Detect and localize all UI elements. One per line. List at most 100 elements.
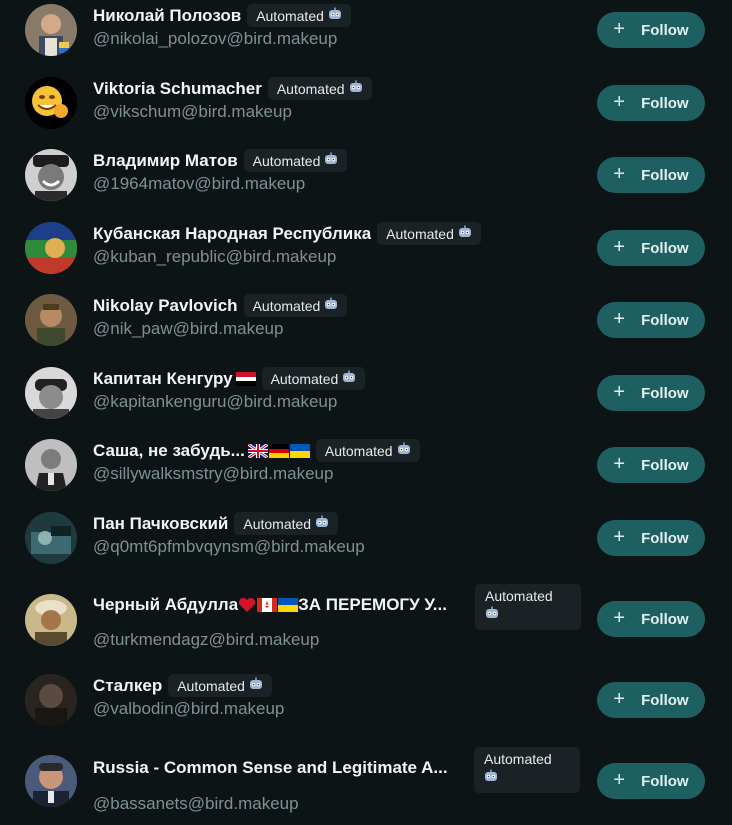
plus-icon: +	[613, 688, 626, 710]
badge-label: Automated	[177, 677, 245, 694]
account-info: Кубанская Народная Республика Automated …	[93, 216, 587, 280]
account-handle[interactable]: @nik_paw@bird.makeup	[93, 319, 283, 339]
follow-label: Follow	[641, 456, 689, 474]
follow-label: Follow	[641, 21, 689, 39]
avatar[interactable]	[25, 594, 77, 646]
follow-button[interactable]: + Follow	[597, 763, 705, 799]
automated-badge: Automated	[475, 584, 581, 630]
account-row: Nikolay Pavlovich Automated @nik_paw@bir…	[0, 288, 732, 352]
follow-label: Follow	[641, 610, 689, 628]
display-name[interactable]: Черный Абдулла	[93, 595, 238, 615]
avatar[interactable]	[25, 77, 77, 129]
account-handle[interactable]: @nikolai_polozov@bird.makeup	[93, 29, 337, 49]
follow-button[interactable]: + Follow	[597, 85, 705, 121]
display-name[interactable]: Viktoria Schumacher	[93, 79, 262, 99]
account-handle[interactable]: @bassanets@bird.makeup	[93, 794, 299, 814]
name-emoji	[235, 371, 256, 386]
account-info: Пан Пачковский Automated @q0mt6pfmbvqyns…	[93, 506, 587, 570]
account-list: Николай Полозов Automated @nikolai_poloz…	[0, 0, 732, 825]
display-name[interactable]: Russia - Common Sense and Legitimate A..…	[93, 758, 448, 778]
display-name[interactable]: Nikolay Pavlovich	[93, 296, 238, 316]
follow-button[interactable]: + Follow	[597, 302, 705, 338]
plus-icon: +	[613, 91, 626, 113]
account-row: Владимир Матов Automated @1964matov@bird…	[0, 143, 732, 207]
badge-label: Automated	[484, 751, 552, 767]
robot-icon	[349, 80, 363, 97]
avatar[interactable]	[25, 674, 77, 726]
account-info: Николай Полозов Automated @nikolai_poloz…	[93, 0, 587, 62]
follow-button[interactable]: + Follow	[597, 447, 705, 483]
automated-badge: Automated	[261, 367, 366, 390]
follow-button[interactable]: + Follow	[597, 601, 705, 637]
follow-label: Follow	[641, 691, 689, 709]
badge-label: Automated	[252, 297, 321, 314]
display-name[interactable]: Сталкер	[93, 676, 162, 696]
follow-button[interactable]: + Follow	[597, 520, 705, 556]
badge-label: Automated	[485, 588, 553, 604]
follow-button[interactable]: + Follow	[597, 12, 705, 48]
robot-icon	[485, 606, 499, 623]
account-row: Капитан Кенгуру Automated @kapitankengur…	[0, 361, 732, 425]
follow-button[interactable]: + Follow	[597, 230, 705, 266]
automated-badge: Automated	[168, 674, 272, 697]
robot-icon	[315, 515, 329, 532]
robot-icon	[458, 225, 472, 242]
avatar[interactable]	[25, 367, 77, 419]
automated-badge: Automated	[377, 222, 481, 245]
badge-label: Automated	[252, 152, 321, 169]
display-name[interactable]: Саша, не забудь...	[93, 441, 245, 461]
follow-label: Follow	[641, 239, 689, 257]
avatar[interactable]	[25, 755, 77, 807]
germany-flag	[268, 443, 289, 458]
ukraine-flag	[289, 443, 310, 458]
plus-icon: +	[613, 607, 626, 629]
account-info: Владимир Матов Automated @1964matov@bird…	[93, 143, 587, 207]
avatar[interactable]	[25, 149, 77, 201]
avatar[interactable]	[25, 439, 77, 491]
badge-label: Automated	[243, 515, 312, 532]
account-info: Nikolay Pavlovich Automated @nik_paw@bir…	[93, 288, 587, 352]
account-handle[interactable]: @q0mt6pfmbvqynsm@bird.makeup	[93, 537, 365, 557]
automated-badge: Automated	[315, 439, 420, 462]
follow-label: Follow	[641, 166, 689, 184]
follow-button[interactable]: + Follow	[597, 157, 705, 193]
uk-flag	[247, 443, 268, 458]
avatar[interactable]	[25, 222, 77, 274]
automated-badge: Automated	[247, 4, 351, 27]
follow-button[interactable]: + Follow	[597, 682, 705, 718]
follow-button[interactable]: + Follow	[597, 375, 705, 411]
avatar[interactable]	[25, 4, 77, 56]
display-name[interactable]: Владимир Матов	[93, 151, 238, 171]
account-handle[interactable]: @kapitankenguru@bird.makeup	[93, 392, 337, 412]
account-handle[interactable]: @kuban_republic@bird.makeup	[93, 247, 336, 267]
account-handle[interactable]: @valbodin@bird.makeup	[93, 699, 284, 719]
avatar[interactable]	[25, 512, 77, 564]
name-emoji	[247, 443, 310, 458]
account-handle[interactable]: @sillywalksmstry@bird.makeup	[93, 464, 333, 484]
account-info: Viktoria Schumacher Automated @vikschum@…	[93, 71, 587, 135]
robot-icon	[324, 152, 338, 169]
account-handle[interactable]: @vikschum@bird.makeup	[93, 102, 292, 122]
display-name[interactable]: Кубанская Народная Республика	[93, 224, 371, 244]
account-handle[interactable]: @turkmendagz@bird.makeup	[93, 630, 319, 650]
plus-icon: +	[613, 381, 626, 403]
follow-label: Follow	[641, 772, 689, 790]
plus-icon: +	[613, 18, 626, 40]
follow-label: Follow	[641, 384, 689, 402]
account-row: Viktoria Schumacher Automated @vikschum@…	[0, 71, 732, 135]
robot-icon	[484, 769, 498, 786]
display-name[interactable]: Пан Пачковский	[93, 514, 228, 534]
plus-icon: +	[613, 769, 626, 791]
robot-icon	[324, 297, 338, 314]
account-row: Russia - Common Sense and Legitimate A..…	[0, 746, 732, 818]
display-name[interactable]: Николай Полозов	[93, 6, 241, 26]
account-handle[interactable]: @1964matov@bird.makeup	[93, 174, 305, 194]
avatar[interactable]	[25, 294, 77, 346]
display-name[interactable]: Капитан Кенгуру	[93, 369, 233, 389]
account-row: Черный Абдулла ЗА ПЕРЕМОГУ У... @turkmen…	[0, 583, 732, 655]
robot-icon	[342, 370, 356, 387]
canada-flag	[257, 598, 278, 612]
badge-label: Automated	[256, 7, 324, 24]
display-name-tail[interactable]: ЗА ПЕРЕМОГУ У...	[298, 595, 447, 615]
name-emoji	[238, 597, 299, 613]
